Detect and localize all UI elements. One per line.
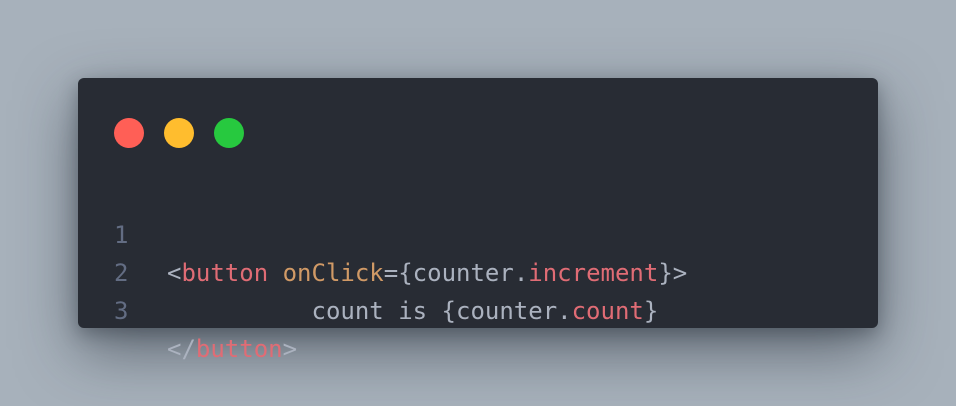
tag-name: button <box>195 335 283 363</box>
code-line-2: 2 count is {counter.count} <box>114 216 858 325</box>
maximize-dot-icon[interactable] <box>214 118 244 148</box>
close-dot-icon[interactable] <box>114 118 144 148</box>
line-content: count is {counter.count} <box>167 292 659 330</box>
code-line-3: 3 </button> <box>114 254 858 363</box>
minimize-dot-icon[interactable] <box>164 118 194 148</box>
close-brace: } <box>643 297 659 325</box>
object-name: counter <box>456 297 558 325</box>
property-name: count <box>571 297 644 325</box>
window-controls <box>114 118 244 148</box>
close-bracket: > <box>282 335 298 363</box>
line-content: </button> <box>167 330 297 368</box>
text-content: count is { <box>311 297 457 325</box>
code-line-1: 1 <button onClick={counter.increment}> <box>114 178 858 287</box>
code-block: 1 <button onClick={counter.increment}> 2… <box>114 178 858 363</box>
open-close-bracket: </ <box>167 335 196 363</box>
code-window: 1 <button onClick={counter.increment}> 2… <box>78 78 878 363</box>
line-number: 3 <box>114 297 129 325</box>
dot-operator: . <box>557 297 572 325</box>
